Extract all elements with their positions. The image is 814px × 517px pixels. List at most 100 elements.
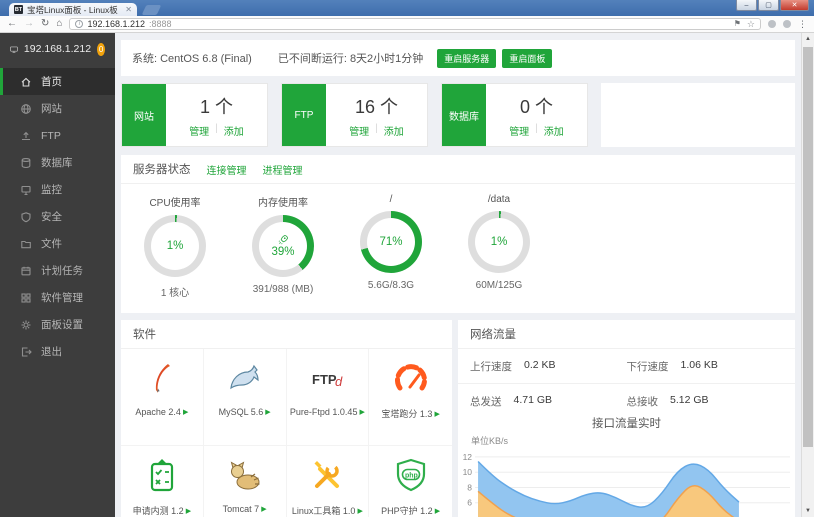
sidebar-item-software[interactable]: 软件管理: [0, 284, 115, 311]
data-disk-ring: 1%: [468, 211, 530, 273]
apache-feather-icon: [155, 364, 170, 393]
sidebar-item-website[interactable]: 网站: [0, 95, 115, 122]
play-icon: ▶: [434, 507, 441, 515]
scroll-up-icon[interactable]: ▲: [802, 33, 814, 45]
restart-server-button[interactable]: 重启服务器: [437, 48, 497, 68]
page-info-icon[interactable]: i: [75, 20, 84, 28]
system-label: 系统: CentOS 6.8 (Final): [132, 53, 252, 65]
shield-icon: [21, 211, 31, 222]
play-icon: ▶: [434, 410, 440, 418]
home-icon: [21, 77, 31, 87]
extension-icon[interactable]: [783, 20, 791, 28]
website-add-link[interactable]: 添加: [224, 123, 244, 138]
ftp-manage-link[interactable]: 管理: [349, 123, 369, 138]
website-manage-link[interactable]: 管理: [189, 123, 209, 138]
total-sent-label: 总发送: [470, 396, 502, 408]
software-mysql[interactable]: MySQL 5.6 ▶: [203, 349, 287, 446]
browser-menu-icon[interactable]: ⋮: [798, 19, 807, 29]
browser-toolbar: ← → ↻ ⌂ i 192.168.1.212:8888 ⚑ ☆ ⋮: [0, 16, 814, 33]
software-tomcat[interactable]: Tomcat 7 ▶: [204, 446, 287, 517]
software-pureftpd[interactable]: FTP d Pure-Ftpd 1.0.45 ▶: [286, 349, 370, 446]
play-icon: ▶: [185, 507, 192, 515]
cpu-ring: 1%: [144, 215, 206, 277]
gear-icon: [21, 320, 31, 329]
sidebar-item-cron[interactable]: 计划任务: [0, 257, 115, 284]
apps-grid-icon: [21, 292, 31, 303]
minimize-button[interactable]: –: [736, 0, 757, 11]
total-recv-label: 总接收: [626, 396, 659, 408]
sidebar-item-ftp[interactable]: FTP: [0, 122, 115, 149]
software-panel: 软件 Apache 2.4 ▶ MySQL 5.6 ▶ FTP d Pure-F…: [121, 320, 452, 517]
browser-tab[interactable]: BT 宝塔Linux面板 - Linux板 ✕: [9, 3, 137, 16]
sidebar-item-monitor[interactable]: 监控: [0, 176, 115, 203]
sidebar-item-settings[interactable]: 面板设置: [0, 311, 115, 338]
php-shield-icon: php: [396, 458, 425, 492]
tomcat-cat-icon: [230, 461, 260, 490]
stat-card-database: 数据库 0 个 管理 | 添加: [441, 83, 588, 147]
down-speed-label: 下行速度: [626, 361, 669, 373]
database-manage-link[interactable]: 管理: [509, 123, 529, 138]
calendar-icon: [21, 266, 31, 275]
stat-card-ftp: FTP 16 个 管理 | 添加: [281, 83, 428, 147]
folder-icon: [21, 240, 31, 248]
up-speed-label: 上行速度: [470, 361, 512, 373]
sidebar-item-files[interactable]: 文件: [0, 230, 115, 257]
ftpd-logo-icon: FTP d: [312, 372, 343, 389]
browser-titlebar: BT 宝塔Linux面板 - Linux板 ✕ – ▢ ✕: [0, 0, 814, 16]
reload-icon[interactable]: ↻: [41, 19, 49, 29]
globe-icon: [21, 103, 31, 114]
software-beta-apply[interactable]: 申请内测 1.2 ▶: [121, 446, 204, 517]
sidebar-item-home[interactable]: 首页: [0, 68, 115, 95]
software-benchmark[interactable]: 宝塔跑分 1.3 ▶: [369, 349, 452, 446]
restart-panel-button[interactable]: 重启面板: [502, 48, 553, 68]
server-ip: 192.168.1.212: [23, 43, 92, 55]
bookmark-star-icon[interactable]: ☆: [747, 19, 755, 29]
gauge-root-disk: / 71% 5.6G/8.3G: [337, 194, 445, 299]
vertical-scrollbar[interactable]: ▲ ▼: [801, 33, 814, 517]
card-tag: FTP: [282, 84, 326, 146]
tab-close-icon[interactable]: ✕: [125, 5, 132, 14]
address-bar[interactable]: i 192.168.1.212:8888 ⚑ ☆: [69, 18, 761, 30]
forward-icon[interactable]: →: [24, 19, 34, 29]
url-host: 192.168.1.212: [87, 19, 145, 29]
message-badge[interactable]: 0: [97, 42, 105, 56]
connection-manage-link[interactable]: 连接管理: [207, 162, 247, 177]
scroll-down-icon[interactable]: ▼: [802, 505, 814, 517]
root-disk-ring: 71%: [360, 211, 422, 273]
back-icon[interactable]: ←: [7, 19, 17, 29]
up-speed-value: 0.2 KB: [524, 359, 556, 371]
panel-title: 服务器状态: [133, 164, 191, 176]
mysql-dolphin-icon: [229, 364, 259, 390]
svg-text:12: 12: [463, 452, 473, 462]
window-controls: – ▢ ✕: [735, 0, 809, 11]
play-icon: ▶: [359, 409, 365, 416]
new-tab-button[interactable]: [141, 5, 162, 15]
software-php-guard[interactable]: php PHP守护 1.2 ▶: [369, 446, 452, 517]
sidebar-item-database[interactable]: 数据库: [0, 149, 115, 176]
network-traffic-panel: 网络流量 上行速度 0.2 KB 下行速度 1.06 KB 总发送 4.71 GB 总…: [458, 320, 795, 517]
scrollbar-thumb[interactable]: [803, 47, 813, 447]
server-ip-header: 192.168.1.212 0: [0, 37, 115, 61]
database-count: 0 个: [519, 96, 553, 117]
monitor-icon: [21, 185, 31, 195]
database-icon: [21, 157, 31, 168]
maximize-button[interactable]: ▢: [758, 0, 779, 11]
ftp-add-link[interactable]: 添加: [384, 123, 404, 138]
card-tag: 网站: [122, 84, 166, 146]
extension-icon[interactable]: [768, 20, 776, 28]
software-linux-toolbox[interactable]: Linux工具箱 1.0 ▶: [287, 446, 370, 517]
sidebar-item-security[interactable]: 安全: [0, 203, 115, 230]
process-manage-link[interactable]: 进程管理: [263, 162, 303, 177]
traffic-chart: 12 10 8 6: [463, 452, 790, 517]
software-apache[interactable]: Apache 2.4 ▶: [121, 349, 204, 446]
computer-icon: [10, 46, 18, 53]
close-button[interactable]: ✕: [780, 0, 809, 11]
database-add-link[interactable]: 添加: [544, 123, 564, 138]
sidebar-item-logout[interactable]: 退出: [0, 338, 115, 365]
plugin-icon[interactable]: ⚑: [734, 20, 741, 28]
ftp-count: 16 个: [354, 96, 399, 117]
play-icon: ▶: [265, 409, 271, 416]
home-icon[interactable]: ⌂: [56, 19, 62, 29]
gauge-memory: 内存使用率 39% 391/988 (MB): [252, 198, 314, 295]
card-tag: 数据库: [442, 84, 486, 146]
